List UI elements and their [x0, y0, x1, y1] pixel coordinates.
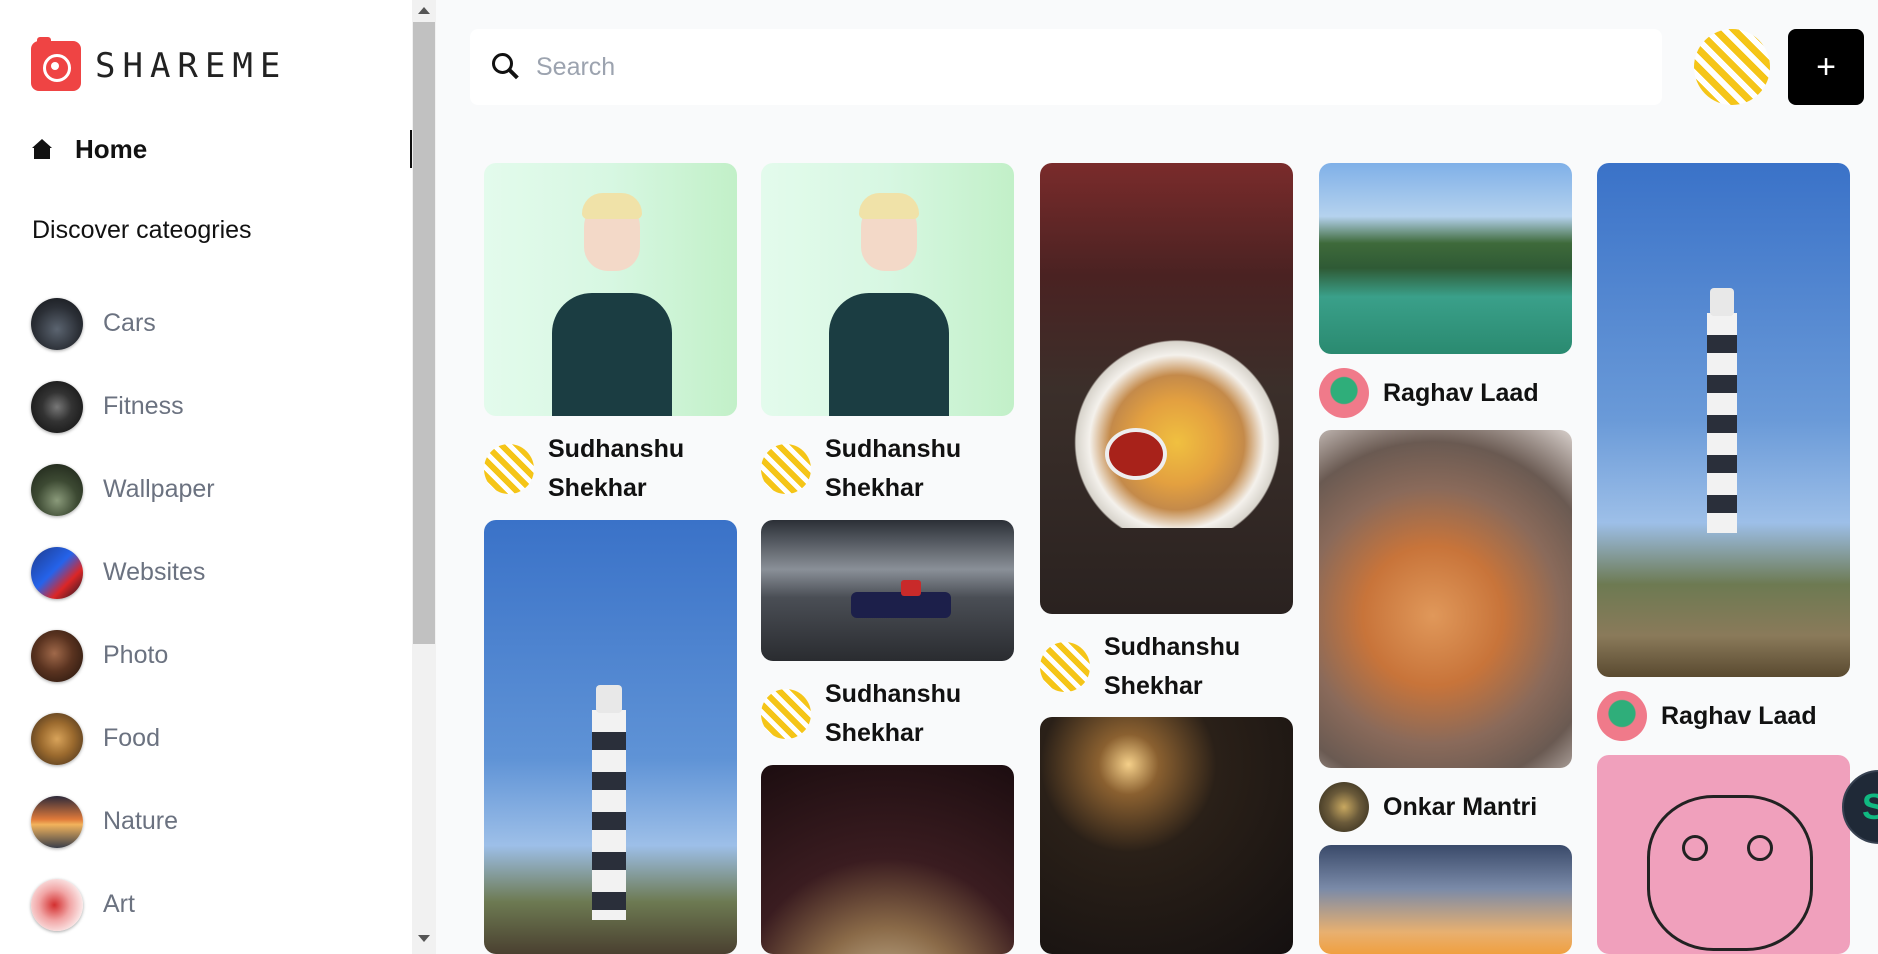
- sidebar-item-cars[interactable]: Cars: [31, 282, 215, 365]
- sidebar-item-wallpaper[interactable]: Wallpaper: [31, 448, 215, 531]
- author-name: Sudhanshu Shekhar: [1104, 633, 1241, 700]
- camera-icon: [31, 37, 81, 91]
- discover-categories-heading: Discover cateogries: [32, 216, 252, 244]
- search-input[interactable]: [534, 51, 1538, 83]
- category-list: Cars Fitness Wallpaper Websites Photo Fo…: [31, 282, 215, 946]
- author-name: Onkar Mantri: [1383, 792, 1538, 821]
- pin-card[interactable]: Onkar Mantri: [1319, 430, 1572, 832]
- pin-author[interactable]: Raghav Laad: [1597, 691, 1850, 741]
- sidebar-item-label: Fitness: [103, 392, 184, 420]
- scrollbar-thumb[interactable]: [413, 22, 435, 644]
- cars-thumbnail-icon: [31, 297, 83, 350]
- user-avatar[interactable]: [1694, 29, 1770, 105]
- pin-card[interactable]: Sudhanshu Shekhar: [761, 163, 1014, 508]
- sidebar-item-food[interactable]: Food: [31, 697, 215, 780]
- logo[interactable]: SHAREME: [31, 37, 288, 91]
- pin-author[interactable]: Onkar Mantri: [1319, 782, 1572, 832]
- pin-image-doodle-art[interactable]: [1597, 755, 1850, 954]
- pin-image-lighthouse[interactable]: [1597, 163, 1850, 677]
- wallpaper-thumbnail-icon: [31, 463, 83, 516]
- sidebar-item-label: Food: [103, 724, 160, 752]
- pin-card[interactable]: [1319, 845, 1572, 954]
- pin-card[interactable]: Sudhanshu Shekhar: [484, 163, 737, 508]
- pin-author[interactable]: Sudhanshu Shekhar: [761, 675, 1014, 753]
- pin-image-breakfast-plate[interactable]: [1040, 163, 1293, 614]
- author-avatar: [761, 689, 811, 739]
- pin-author[interactable]: Sudhanshu Shekhar: [761, 430, 1014, 508]
- author-name: Sudhanshu Shekhar: [548, 435, 685, 502]
- author-avatar: [1040, 642, 1090, 692]
- logo-text: SHAREME: [95, 46, 288, 86]
- sidebar-item-label: Cars: [103, 309, 156, 337]
- brand-s-icon: S: [1862, 786, 1878, 827]
- author-name: Sudhanshu Shekhar: [825, 680, 962, 747]
- sidebar-item-nature[interactable]: Nature: [31, 780, 215, 863]
- art-thumbnail-icon: [31, 878, 83, 931]
- pin-author[interactable]: Raghav Laad: [1319, 368, 1572, 418]
- home-icon: [31, 139, 53, 159]
- sidebar: SHAREME Home Discover cateogries Cars Fi…: [0, 0, 412, 954]
- pin-card[interactable]: [484, 520, 737, 954]
- pin-image-sunset-sky[interactable]: [1319, 845, 1572, 954]
- sidebar-item-label: Home: [75, 133, 148, 164]
- sidebar-item-label: Wallpaper: [103, 475, 215, 503]
- sidebar-scrollbar[interactable]: [412, 0, 436, 954]
- author-avatar: [1319, 782, 1369, 832]
- pin-image-man-portrait[interactable]: [484, 163, 737, 416]
- websites-thumbnail-icon: [31, 546, 83, 599]
- author-name: Raghav Laad: [1383, 378, 1539, 407]
- create-pin-button[interactable]: +: [1788, 29, 1864, 105]
- pin-card[interactable]: Sudhanshu Shekhar: [761, 520, 1014, 753]
- photo-thumbnail-icon: [31, 629, 83, 682]
- sidebar-item-art[interactable]: Art: [31, 863, 215, 946]
- pin-image-lighthouse[interactable]: [484, 520, 737, 954]
- pin-card[interactable]: Raghav Laad: [1319, 163, 1572, 418]
- sidebar-item-label: Art: [103, 890, 135, 918]
- sidebar-item-photo[interactable]: Photo: [31, 614, 215, 697]
- pin-author[interactable]: Sudhanshu Shekhar: [484, 430, 737, 508]
- sidebar-item-home[interactable]: Home: [31, 130, 412, 168]
- author-avatar: [761, 444, 811, 494]
- author-name: Raghav Laad: [1661, 701, 1817, 730]
- pin-image-lantern-alley[interactable]: [1040, 717, 1293, 954]
- scroll-up-arrow-icon[interactable]: [418, 7, 430, 14]
- nature-thumbnail-icon: [31, 795, 83, 848]
- search-bar[interactable]: [470, 29, 1662, 105]
- pin-image-pocket-watch[interactable]: [761, 765, 1014, 954]
- author-avatar: [1597, 691, 1647, 741]
- search-icon: [492, 53, 520, 81]
- sidebar-item-websites[interactable]: Websites: [31, 531, 215, 614]
- scroll-down-arrow-icon[interactable]: [418, 935, 430, 942]
- author-name: Sudhanshu Shekhar: [825, 435, 962, 502]
- pin-image-lake-and-trees[interactable]: [1319, 163, 1572, 354]
- pin-image-orange-kitten[interactable]: [1319, 430, 1572, 768]
- pin-image-man-portrait[interactable]: [761, 163, 1014, 416]
- pin-card[interactable]: Raghav Laad: [1597, 163, 1850, 741]
- sidebar-item-fitness[interactable]: Fitness: [31, 365, 215, 448]
- author-avatar: [484, 444, 534, 494]
- food-thumbnail-icon: [31, 712, 83, 765]
- sidebar-item-label: Websites: [103, 558, 206, 586]
- fitness-thumbnail-icon: [31, 380, 83, 433]
- pin-image-formula-one-car[interactable]: [761, 520, 1014, 661]
- sidebar-item-label: Nature: [103, 807, 179, 835]
- pin-card[interactable]: [1040, 717, 1293, 954]
- sidebar-item-label: Photo: [103, 641, 169, 669]
- author-avatar: [1319, 368, 1369, 418]
- pin-card[interactable]: [761, 765, 1014, 954]
- pin-card[interactable]: [1597, 755, 1850, 954]
- pin-card[interactable]: Sudhanshu Shekhar: [1040, 163, 1293, 706]
- pin-author[interactable]: Sudhanshu Shekhar: [1040, 628, 1293, 706]
